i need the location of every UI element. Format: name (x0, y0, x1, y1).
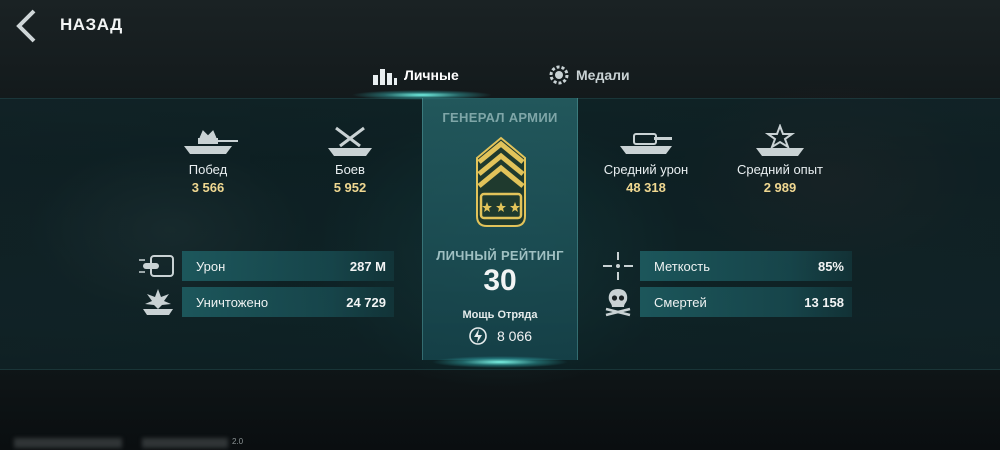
crossed-swords-icon (328, 126, 372, 156)
tab-personal-label: Личные (404, 67, 459, 83)
bar-deaths-value: 13 158 (804, 294, 844, 310)
tank-explosion-icon (143, 289, 173, 315)
tank-crown-icon (184, 130, 238, 154)
rank-panel: ГЕНЕРАЛ АРМИИ ЛИЧНЫЙ РЕЙТИНГ 30 Мощь Отр… (422, 98, 578, 360)
rank-insignia-icon (476, 136, 526, 227)
back-label[interactable]: НАЗАД (60, 15, 123, 35)
crosshair-icon (603, 252, 633, 280)
bar-destroyed-label: Уничтожено (196, 294, 269, 310)
stat-battles-label: Боев (335, 162, 365, 177)
stat-avg-damage: Средний урон 48 318 (586, 124, 706, 195)
stat-wins-value: 3 566 (191, 180, 225, 195)
shell-hit-icon (139, 255, 174, 277)
bar-destroyed: Уничтожено 24 729 (182, 287, 394, 317)
stat-avg-xp-label: Средний опыт (736, 162, 824, 177)
chevron-left-icon (16, 9, 36, 43)
bar-destroyed-value: 24 729 (346, 294, 386, 310)
crosshair-icon-wrap (598, 250, 638, 282)
skull-icon (605, 289, 631, 317)
tab-personal[interactable]: Личные (372, 63, 459, 87)
bar-accuracy-value: 85% (817, 258, 844, 274)
squad-power-value: 8 066 (497, 328, 533, 344)
stat-avg-damage-value: 48 318 (626, 180, 666, 195)
footer-version: 2.0 (232, 437, 244, 446)
stat-avg-xp: Средний опыт 2 989 (720, 124, 840, 195)
rating-label: ЛИЧНЫЙ РЕЙТИНГ (436, 248, 564, 263)
bar-damage: Урон 287 М (182, 251, 394, 281)
bar-deaths-label: Смертей (654, 294, 707, 310)
panel-glow (432, 356, 568, 368)
stat-wins: Побед 3 566 (148, 124, 268, 195)
bar-damage-value: 287 М (349, 258, 386, 274)
stat-wins-label: Побед (188, 162, 228, 177)
footer-info-blurred (14, 438, 122, 448)
bar-accuracy-label: Меткость (654, 258, 711, 274)
tab-medals[interactable]: Медали (548, 63, 630, 87)
squad-power-label: Мощь Отряда (462, 309, 538, 321)
bar-chart-icon (373, 69, 397, 85)
rating-value: 30 (483, 264, 517, 297)
bar-deaths: Смертей 13 158 (640, 287, 852, 317)
tank-star-icon (756, 124, 804, 156)
bar-damage-label: Урон (196, 258, 226, 274)
power-bolt-icon (469, 327, 487, 345)
squad-power: 8 066 (469, 326, 532, 346)
stat-battles: Боев 5 952 (290, 124, 410, 195)
stat-avg-xp-value: 2 989 (763, 180, 797, 195)
medal-gear-icon (549, 65, 569, 85)
footer-id-blurred (142, 438, 228, 448)
tank-damage-icon (620, 133, 672, 154)
stat-avg-damage-label: Средний урон (603, 162, 689, 177)
tab-medals-label: Медали (576, 67, 630, 83)
skull-icon-wrap (598, 286, 638, 318)
tank-explosion-icon-wrap (138, 286, 178, 318)
rank-title: ГЕНЕРАЛ АРМИИ (442, 110, 558, 125)
stat-battles-value: 5 952 (333, 180, 367, 195)
back-button[interactable] (6, 8, 46, 44)
bar-accuracy: Меткость 85% (640, 251, 852, 281)
shell-hit-icon-wrap (138, 250, 178, 282)
